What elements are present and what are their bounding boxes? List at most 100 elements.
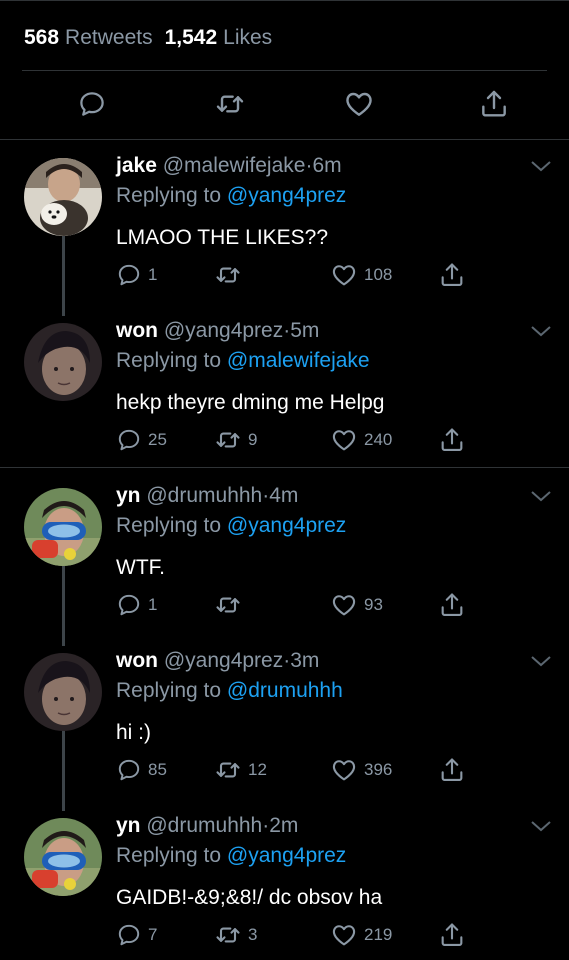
timestamp[interactable]: 4m (269, 484, 298, 507)
reply-button[interactable]: 1 (116, 590, 157, 620)
like-button[interactable]: 108 (330, 260, 392, 290)
display-name[interactable]: yn (116, 484, 141, 507)
share-button[interactable] (438, 920, 466, 950)
user-handle[interactable]: @yang4prez (164, 319, 283, 342)
reply-button[interactable]: 1 (116, 260, 157, 290)
chevron-down-icon[interactable] (529, 158, 553, 174)
retweet-button[interactable]: 12 (214, 755, 267, 785)
like-count: 240 (364, 430, 393, 449)
avatar[interactable] (24, 488, 102, 566)
tweet-header: won @yang4prez·5m (116, 319, 319, 343)
tweet-header: yn @drumuhhh·4m (116, 484, 298, 508)
timestamp[interactable]: 3m (290, 649, 319, 672)
timestamp[interactable]: 6m (312, 154, 341, 177)
retweet-button[interactable] (214, 260, 248, 290)
like-icon (332, 760, 356, 781)
reply-tweet[interactable]: won @yang4prez·3m Replying to @drumuhhh … (0, 635, 569, 800)
stats-divider (22, 70, 547, 71)
chevron-down-icon[interactable] (529, 323, 553, 339)
likes-label[interactable]: Likes (223, 26, 272, 50)
chevron-down-icon[interactable] (529, 818, 553, 834)
like-icon[interactable] (341, 86, 377, 122)
reply-count: 85 (148, 760, 167, 779)
share-button[interactable] (438, 590, 466, 620)
like-count: 396 (364, 760, 393, 779)
retweet-button[interactable] (214, 590, 248, 620)
user-handle[interactable]: @yang4prez (164, 649, 283, 672)
mention-link[interactable]: @yang4prez (227, 844, 346, 867)
tweet-actions: 1 108 (116, 260, 476, 290)
user-handle[interactable]: @drumuhhh (146, 484, 262, 507)
reply-icon (118, 264, 140, 286)
avatar[interactable] (24, 653, 102, 731)
replying-to-label: Replying to (116, 184, 222, 207)
tweet-header: yn @drumuhhh·2m (116, 814, 298, 838)
like-count: 219 (364, 925, 393, 944)
like-button[interactable]: 93 (330, 590, 383, 620)
mention-link[interactable]: @drumuhhh (227, 679, 343, 702)
reply-count: 7 (148, 925, 158, 944)
reply-tweet[interactable]: won @yang4prez·5m Replying to @malewifej… (0, 305, 569, 470)
retweets-count[interactable]: 568 (24, 26, 59, 50)
reply-button[interactable]: 7 (116, 920, 157, 950)
retweets-label[interactable]: Retweets (65, 26, 153, 50)
reply-count: 1 (148, 595, 158, 614)
like-button[interactable]: 219 (330, 920, 392, 950)
avatar[interactable] (24, 158, 102, 236)
retweet-icon (216, 927, 240, 943)
retweet-count: 12 (248, 760, 267, 779)
display-name[interactable]: won (116, 319, 158, 342)
tweet-actions: 1 93 (116, 590, 476, 620)
share-button[interactable] (438, 425, 466, 455)
like-count: 93 (364, 595, 383, 614)
timestamp[interactable]: 5m (290, 319, 319, 342)
like-icon (332, 265, 356, 286)
avatar[interactable] (24, 818, 102, 896)
tweet-header: won @yang4prez·3m (116, 649, 319, 673)
retweet-button[interactable]: 9 (214, 425, 257, 455)
like-button[interactable]: 240 (330, 425, 392, 455)
reply-icon (118, 759, 140, 781)
replying-to-label: Replying to (116, 679, 222, 702)
reply-button[interactable]: 85 (116, 755, 167, 785)
retweet-count: 3 (248, 925, 258, 944)
reply-tweet[interactable]: yn @drumuhhh·2m Replying to @yang4prez G… (0, 800, 569, 960)
avatar[interactable] (24, 323, 102, 401)
tweet-actions: 7 3 219 (116, 920, 476, 950)
tweet-text: GAIDB!-&9;&8!/ dc obsov ha (116, 886, 383, 909)
replying-to: Replying to @yang4prez (116, 514, 346, 538)
timestamp[interactable]: 2m (269, 814, 298, 837)
tweet-stats: 568 Retweets 1,542 Likes (24, 24, 278, 52)
mention-link[interactable]: @yang4prez (227, 514, 346, 537)
reply-button[interactable]: 25 (116, 425, 167, 455)
display-name[interactable]: yn (116, 814, 141, 837)
share-icon (441, 923, 463, 946)
likes-count[interactable]: 1,542 (165, 26, 218, 50)
user-handle[interactable]: @drumuhhh (146, 814, 262, 837)
chevron-down-icon[interactable] (529, 488, 553, 504)
retweet-count: 9 (248, 430, 258, 449)
display-name[interactable]: jake (116, 154, 157, 177)
share-button[interactable] (438, 260, 466, 290)
chevron-down-icon[interactable] (529, 653, 553, 669)
reply-tweet[interactable]: yn @drumuhhh·4m Replying to @yang4prez W… (0, 470, 569, 635)
user-handle[interactable]: @malewifejake (163, 154, 306, 177)
share-icon[interactable] (476, 86, 512, 122)
display-name[interactable]: won (116, 649, 158, 672)
reply-tweet[interactable]: jake @malewifejake·6m Replying to @yang4… (0, 140, 569, 305)
like-icon (332, 595, 356, 616)
like-button[interactable]: 396 (330, 755, 392, 785)
top-divider (0, 0, 569, 1)
retweet-button[interactable]: 3 (214, 920, 257, 950)
retweet-icon[interactable] (212, 86, 248, 122)
reply-icon[interactable] (74, 86, 110, 122)
share-button[interactable] (438, 755, 466, 785)
replying-to: Replying to @yang4prez (116, 844, 346, 868)
share-icon (441, 428, 463, 451)
reply-count: 1 (148, 265, 158, 284)
mention-link[interactable]: @malewifejake (227, 349, 370, 372)
tweet-text: hekp theyre dming me Helpg (116, 391, 385, 414)
replying-to-label: Replying to (116, 349, 222, 372)
retweet-icon (216, 597, 240, 613)
mention-link[interactable]: @yang4prez (227, 184, 346, 207)
